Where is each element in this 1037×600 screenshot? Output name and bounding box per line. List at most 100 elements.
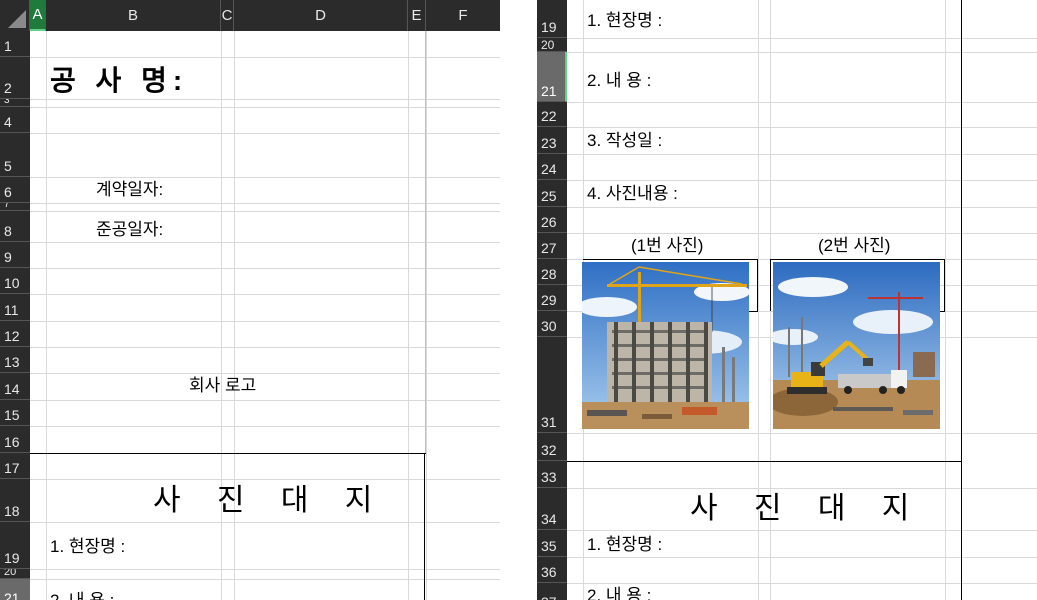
- date-label: 3. 작성일 :: [587, 131, 663, 150]
- sheet2-right-border: [961, 461, 962, 600]
- sheet-right-border: [424, 453, 425, 600]
- row-header-10[interactable]: 10: [0, 268, 30, 294]
- row-header-1[interactable]: 1: [0, 31, 30, 57]
- gridline: [30, 294, 500, 295]
- column-header-b[interactable]: B: [46, 0, 221, 31]
- crane-building-image: [582, 262, 749, 429]
- gridline: [567, 207, 1037, 208]
- left-sheet-pane[interactable]: A B C D E F 1 2 3 4 5 6 7 8 9 10 11 12 1…: [0, 0, 500, 600]
- row-header-33[interactable]: 33: [537, 461, 567, 488]
- gridline: [30, 426, 500, 427]
- gridline: [30, 373, 500, 374]
- gridline: [30, 203, 500, 204]
- gridline: [30, 569, 500, 570]
- sheet-right-border: [961, 0, 962, 461]
- row-header-16[interactable]: 16: [0, 426, 30, 453]
- gridline: [567, 154, 1037, 155]
- row-header-30[interactable]: 30: [537, 311, 567, 337]
- gridline: [30, 522, 500, 523]
- column-header-a[interactable]: A: [30, 0, 46, 31]
- gridline: [30, 321, 500, 322]
- row-header-17[interactable]: 17: [0, 453, 30, 479]
- photo-description-label: 4. 사진내용 :: [587, 184, 678, 203]
- row-header-18[interactable]: 18: [0, 479, 30, 522]
- row-header-5[interactable]: 5: [0, 133, 30, 177]
- row-header-20[interactable]: 20: [0, 569, 30, 579]
- row-header-7[interactable]: 7: [0, 203, 30, 211]
- gridline: [945, 0, 946, 600]
- project-name-label: 공 사 명:: [50, 65, 189, 96]
- company-logo-placeholder: 회사 로고: [189, 376, 257, 395]
- row-header-21[interactable]: 21: [0, 579, 30, 600]
- construction-photo-2[interactable]: [773, 262, 940, 429]
- photo-sheet-title-2: 사 진 대 지: [690, 492, 924, 525]
- photo1-frame-top: [583, 259, 758, 260]
- row-header-15[interactable]: 15: [0, 400, 30, 426]
- row-header-28[interactable]: 28: [537, 259, 567, 285]
- gridline: [567, 530, 1037, 531]
- gridline: [30, 177, 500, 178]
- column-header-d[interactable]: D: [234, 0, 408, 31]
- row-header-20[interactable]: 20: [537, 38, 567, 52]
- gridline: [30, 57, 500, 58]
- row-header-25[interactable]: 25: [537, 180, 567, 207]
- gridline: [426, 31, 427, 600]
- row-header-8[interactable]: 8: [0, 211, 30, 242]
- row-header-24[interactable]: 24: [537, 154, 567, 180]
- row-header-35[interactable]: 35: [537, 530, 567, 557]
- site-name-label: 1. 현장명 :: [50, 537, 126, 556]
- photo2-caption: (2번 사진): [818, 236, 891, 255]
- row-header-19[interactable]: 19: [0, 522, 30, 569]
- right-sheet-pane[interactable]: 19 20 21 22 23 24 25 26 27 28 29 30 31 3…: [537, 0, 1037, 600]
- photo1-frame-right: [757, 259, 758, 311]
- gridline: [30, 133, 500, 134]
- row-header-6[interactable]: 6: [0, 177, 30, 203]
- row-header-29[interactable]: 29: [537, 285, 567, 311]
- site-name-label-2: 1. 현장명 :: [587, 535, 663, 554]
- row-header-21[interactable]: 21: [537, 52, 567, 102]
- gridline: [30, 400, 500, 401]
- row-header-37[interactable]: 37: [537, 583, 567, 600]
- row-header-34[interactable]: 34: [537, 488, 567, 530]
- sheet-top-border: [30, 453, 426, 454]
- gridline: [567, 488, 1037, 489]
- pane-divider: [500, 0, 537, 600]
- gridline: [567, 38, 1037, 39]
- row-header-11[interactable]: 11: [0, 294, 30, 321]
- gridline: [567, 102, 1037, 103]
- row-header-2[interactable]: 2: [0, 57, 30, 99]
- gridline: [567, 180, 1037, 181]
- row-header-12[interactable]: 12: [0, 321, 30, 347]
- content-label: 2. 내 용 :: [50, 592, 114, 600]
- row-header-4[interactable]: 4: [0, 107, 30, 133]
- row-header-32[interactable]: 32: [537, 433, 567, 461]
- gridline: [30, 211, 500, 212]
- row-header-3[interactable]: 3: [0, 99, 30, 107]
- row-header-27[interactable]: 27: [537, 233, 567, 259]
- select-all-corner[interactable]: [0, 0, 30, 31]
- row-header-31[interactable]: 31: [537, 337, 567, 433]
- gridline: [30, 107, 500, 108]
- row-header-36[interactable]: 36: [537, 557, 567, 583]
- content-label: 2. 내 용 :: [587, 71, 652, 90]
- photo1-caption: (1번 사진): [631, 236, 704, 255]
- row-header-9[interactable]: 9: [0, 242, 30, 268]
- row-header-26[interactable]: 26: [537, 207, 567, 233]
- column-header-e[interactable]: E: [408, 0, 426, 31]
- row-header-19[interactable]: 19: [537, 0, 567, 38]
- contract-date-label: 계약일자:: [96, 180, 164, 199]
- gridline: [408, 31, 409, 600]
- gridline: [567, 52, 1037, 53]
- column-header-c[interactable]: C: [221, 0, 234, 31]
- gridline: [46, 31, 47, 600]
- site-name-label: 1. 현장명 :: [587, 11, 663, 30]
- row-header-14[interactable]: 14: [0, 373, 30, 400]
- column-header-f[interactable]: F: [426, 0, 500, 31]
- row-header-22[interactable]: 22: [537, 102, 567, 127]
- row-header-23[interactable]: 23: [537, 127, 567, 154]
- excavator-truck-image: [773, 262, 940, 429]
- row-header-13[interactable]: 13: [0, 347, 30, 373]
- photo-sheet-title: 사 진 대 지: [153, 484, 387, 517]
- gridline: [567, 433, 1037, 434]
- construction-photo-1[interactable]: [582, 262, 749, 429]
